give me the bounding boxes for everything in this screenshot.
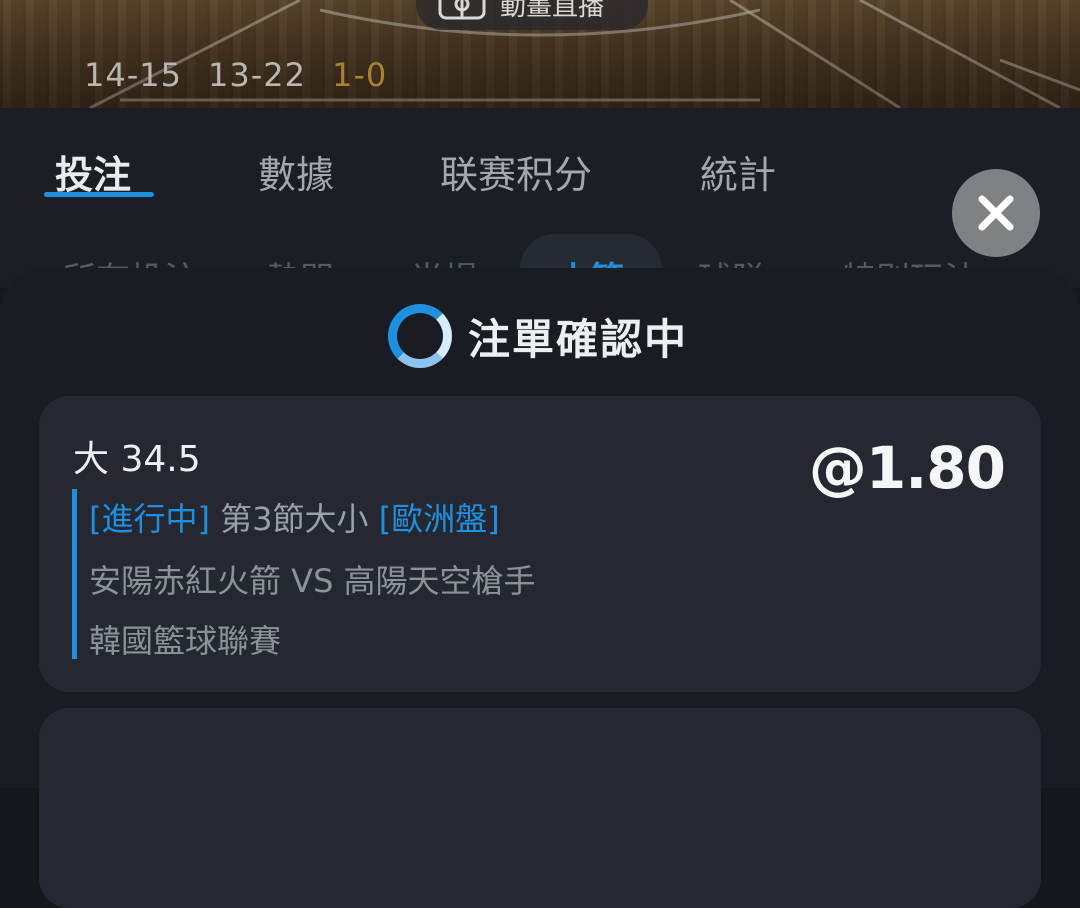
tab-betting[interactable]: 投注: [55, 144, 131, 199]
tab-statistics[interactable]: 統計: [700, 144, 776, 199]
main-tabs: 投注 數據 联赛积分 統計: [0, 108, 1080, 228]
market-name: 第3節大小: [220, 500, 369, 538]
status-text: 注單確認中: [468, 314, 689, 364]
confirmation-status: 注單確認中: [388, 304, 688, 368]
quarter-scores: 14-15 13-22 1-0: [84, 56, 387, 94]
close-button[interactable]: [952, 169, 1040, 257]
bet-selection: 大 34.5: [73, 439, 201, 480]
tab-data[interactable]: 數據: [258, 144, 334, 199]
bet-confirmation-sheet: 注單確認中 大 34.5 @1.80 [進行中] 第3節大小 [歐洲盤] 安陽赤…: [0, 268, 1080, 908]
match-hero: 動畫直播 14-15 13-22 1-0: [0, 0, 1080, 108]
loading-spinner-icon: [388, 304, 452, 368]
animation-live-label: 動畫直播: [500, 0, 605, 22]
bet-market-line: [進行中] 第3節大小 [歐洲盤]: [89, 494, 500, 540]
next-card: [39, 708, 1041, 908]
league-name: 韓國籃球聯賽: [89, 622, 282, 660]
tab-standings[interactable]: 联赛积分: [440, 144, 592, 199]
detail-accent-bar: [72, 489, 77, 659]
quarter-score: 13-22: [207, 56, 306, 94]
in-play-tag: [進行中]: [89, 500, 210, 538]
quarter-score: 14-15: [84, 56, 182, 94]
active-tab-indicator: [44, 192, 154, 197]
court-icon: [438, 0, 486, 20]
bet-odds: @1.80: [808, 434, 1006, 502]
bet-slip-card: 大 34.5 @1.80 [進行中] 第3節大小 [歐洲盤] 安陽赤紅火箭 VS…: [39, 396, 1041, 692]
close-icon: [978, 195, 1014, 231]
current-quarter-score: 1-0: [331, 56, 388, 94]
match-teams: 安陽赤紅火箭 VS 高陽天空槍手: [89, 562, 536, 600]
odds-type-tag: [歐洲盤]: [378, 500, 500, 538]
animation-live-button[interactable]: 動畫直播: [416, 0, 648, 30]
